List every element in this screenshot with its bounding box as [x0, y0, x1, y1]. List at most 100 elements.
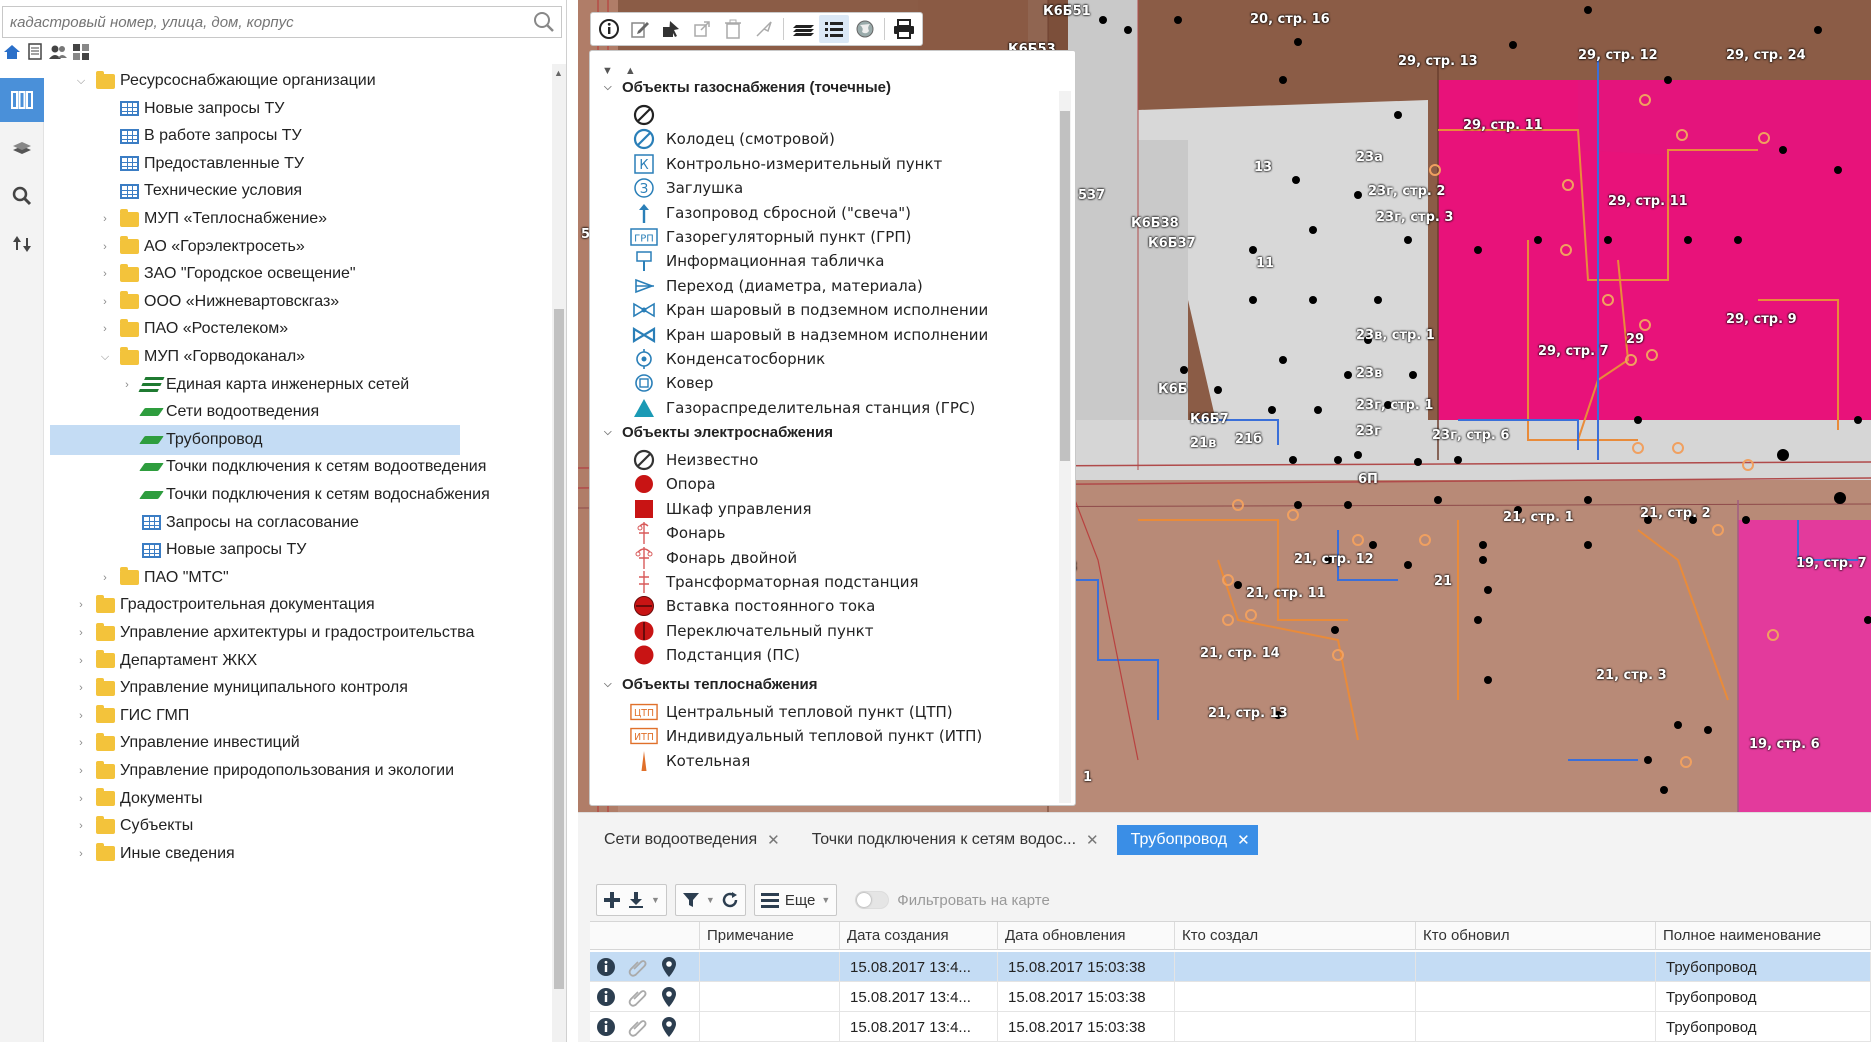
chevron-right-icon[interactable]: ›: [98, 572, 112, 584]
info-icon[interactable]: [596, 957, 616, 977]
tree-item[interactable]: Точки подключения к сетям водоотведения: [120, 452, 486, 482]
tree-item[interactable]: › Единая карта инженерных сетей: [120, 370, 409, 400]
tree-item[interactable]: › ПАО «Ростелеком»: [98, 314, 288, 344]
search-icon[interactable]: [533, 11, 555, 33]
chevron-down-icon[interactable]: ⌵: [604, 82, 614, 93]
users-icon[interactable]: [48, 42, 67, 61]
grid-column-header[interactable]: Полное наименование: [1656, 922, 1871, 950]
tree-item[interactable]: Предоставленные ТУ: [98, 149, 304, 179]
chevron-right-icon[interactable]: ›: [120, 379, 134, 391]
tree-item[interactable]: › Управление архитектуры и градостроитель…: [74, 618, 474, 648]
chevron-down-icon[interactable]: ⌵: [604, 427, 614, 438]
tree-item[interactable]: › Документы: [74, 784, 202, 814]
tree-item[interactable]: › АО «Горэлектросеть»: [98, 232, 305, 262]
tree-item[interactable]: Сети водоотведения: [120, 397, 319, 427]
tree-scrollbar[interactable]: ▲: [552, 64, 566, 1042]
grid-column-header[interactable]: Примечание: [700, 922, 840, 950]
tree-item[interactable]: › Управление муниципального контроля: [74, 673, 408, 703]
filter-icon[interactable]: [682, 891, 700, 909]
grid-column-header[interactable]: Дата обновления: [998, 922, 1175, 950]
tree-item[interactable]: › Управление природопользования и экологи…: [74, 756, 454, 786]
tree-item[interactable]: Запросы на согласование: [120, 508, 359, 538]
info-icon[interactable]: [596, 1017, 616, 1037]
filter-on-map-toggle[interactable]: [855, 891, 890, 909]
tree-item[interactable]: Новые запросы ТУ: [120, 535, 306, 565]
layer-tab[interactable]: Сети водоотведения ✕: [590, 825, 788, 855]
layer-tab[interactable]: Трубопровод ✕: [1116, 825, 1258, 855]
grid-icon[interactable]: [71, 42, 90, 61]
rail-search-button[interactable]: [0, 174, 44, 218]
chevron-right-icon[interactable]: ›: [74, 710, 88, 722]
chevron-down-icon[interactable]: ⌵: [98, 351, 112, 364]
table-row[interactable]: 15.08.2017 13:4... 15.08.2017 15:03:38 Тру…: [590, 952, 1871, 982]
legend-scrollbar[interactable]: [1059, 91, 1071, 803]
chevron-right-icon[interactable]: ›: [74, 793, 88, 805]
chevron-down-icon[interactable]: ▼: [651, 895, 660, 905]
table-row[interactable]: 15.08.2017 13:4... 15.08.2017 15:03:38 Тру…: [590, 982, 1871, 1012]
grid-column-header[interactable]: Кто создал: [1175, 922, 1416, 950]
tree-item[interactable]: ⌵ МУП «Горводоканал»: [98, 342, 305, 372]
legend-scroll-thumb[interactable]: [1060, 111, 1070, 461]
attachment-icon[interactable]: [628, 957, 648, 977]
info-icon[interactable]: [596, 987, 616, 1007]
map-pin-icon[interactable]: [660, 956, 678, 978]
legend-section-header[interactable]: ⌵ Объекты электроснабжения: [604, 424, 833, 441]
basemap-tool-button[interactable]: [850, 15, 880, 43]
filter-group[interactable]: ▼: [674, 884, 746, 916]
tree-item[interactable]: В работе запросы ТУ: [98, 121, 302, 151]
chevron-right-icon[interactable]: ›: [98, 296, 112, 308]
legend-section-header[interactable]: ⌵ Объекты газоснабжения (точечные): [604, 79, 891, 96]
tree-item[interactable]: › Субъекты: [74, 811, 193, 841]
legend-section-header[interactable]: ⌵ Объекты теплоснабжения: [604, 676, 818, 693]
grid-column-header[interactable]: Дата создания: [840, 922, 998, 950]
tree-scroll-thumb[interactable]: [554, 309, 564, 989]
tree-item[interactable]: › ПАО "МТС": [98, 563, 229, 593]
chevron-right-icon[interactable]: ›: [74, 627, 88, 639]
attachment-icon[interactable]: [628, 1017, 648, 1037]
chevron-down-icon[interactable]: ⌵: [604, 679, 614, 690]
attachment-icon[interactable]: [628, 987, 648, 1007]
plus-icon[interactable]: [603, 891, 621, 909]
tree-item[interactable]: Технические условия: [98, 176, 302, 206]
tree-item[interactable]: › ГИС ГМП: [74, 701, 189, 731]
chevron-right-icon[interactable]: ›: [74, 737, 88, 749]
close-icon[interactable]: ✕: [1086, 831, 1099, 849]
add-group[interactable]: ▼: [596, 884, 667, 916]
export-tool-button[interactable]: [687, 15, 717, 43]
search-input[interactable]: [3, 7, 523, 37]
tree-item[interactable]: Новые запросы ТУ: [98, 94, 284, 124]
collapse-all-icon[interactable]: ▼: [602, 65, 613, 77]
tree-item[interactable]: › Градостроительная документация: [74, 590, 375, 620]
delete-tool-button[interactable]: [718, 15, 748, 43]
expand-all-icon[interactable]: ▲: [625, 65, 636, 77]
rail-layers-button[interactable]: [0, 126, 44, 170]
tree-item[interactable]: ⌵ Ресурсоснабжающие организации: [74, 66, 376, 96]
chevron-right-icon[interactable]: ›: [74, 599, 88, 611]
table-row[interactable]: 15.08.2017 13:4... 15.08.2017 15:03:38 Тру…: [590, 1012, 1871, 1042]
tree-item[interactable]: Трубопровод: [50, 424, 460, 455]
more-menu[interactable]: Еще ▼: [753, 884, 838, 916]
chevron-right-icon[interactable]: ›: [74, 820, 88, 832]
measure-tool-button[interactable]: [749, 15, 779, 43]
print-tool-button[interactable]: [889, 15, 919, 43]
close-icon[interactable]: ✕: [767, 831, 780, 849]
grid-column-header[interactable]: Кто обновил: [1416, 922, 1656, 950]
layer-tab[interactable]: Точки подключения к сетям водос... ✕: [798, 825, 1107, 855]
chevron-right-icon[interactable]: ›: [98, 213, 112, 225]
chevron-right-icon[interactable]: ›: [98, 241, 112, 253]
chevron-right-icon[interactable]: ›: [98, 323, 112, 335]
chevron-right-icon[interactable]: ›: [74, 655, 88, 667]
select-tool-button[interactable]: [656, 15, 686, 43]
map-filter[interactable]: Фильтровать на карте: [855, 891, 1050, 909]
tree-item[interactable]: › Иные сведения: [74, 839, 235, 869]
document-icon[interactable]: [25, 42, 44, 61]
edit-tool-button[interactable]: [625, 15, 655, 43]
home-icon[interactable]: [2, 42, 21, 61]
chevron-right-icon[interactable]: ›: [74, 682, 88, 694]
tree-item[interactable]: › ООО «Нижневартовскгаз»: [98, 287, 339, 317]
chevron-right-icon[interactable]: ›: [74, 765, 88, 777]
rail-catalog-button[interactable]: [0, 78, 44, 122]
download-icon[interactable]: [627, 891, 645, 909]
chevron-right-icon[interactable]: ›: [74, 848, 88, 860]
scroll-up-arrow-icon[interactable]: ▲: [554, 68, 563, 78]
